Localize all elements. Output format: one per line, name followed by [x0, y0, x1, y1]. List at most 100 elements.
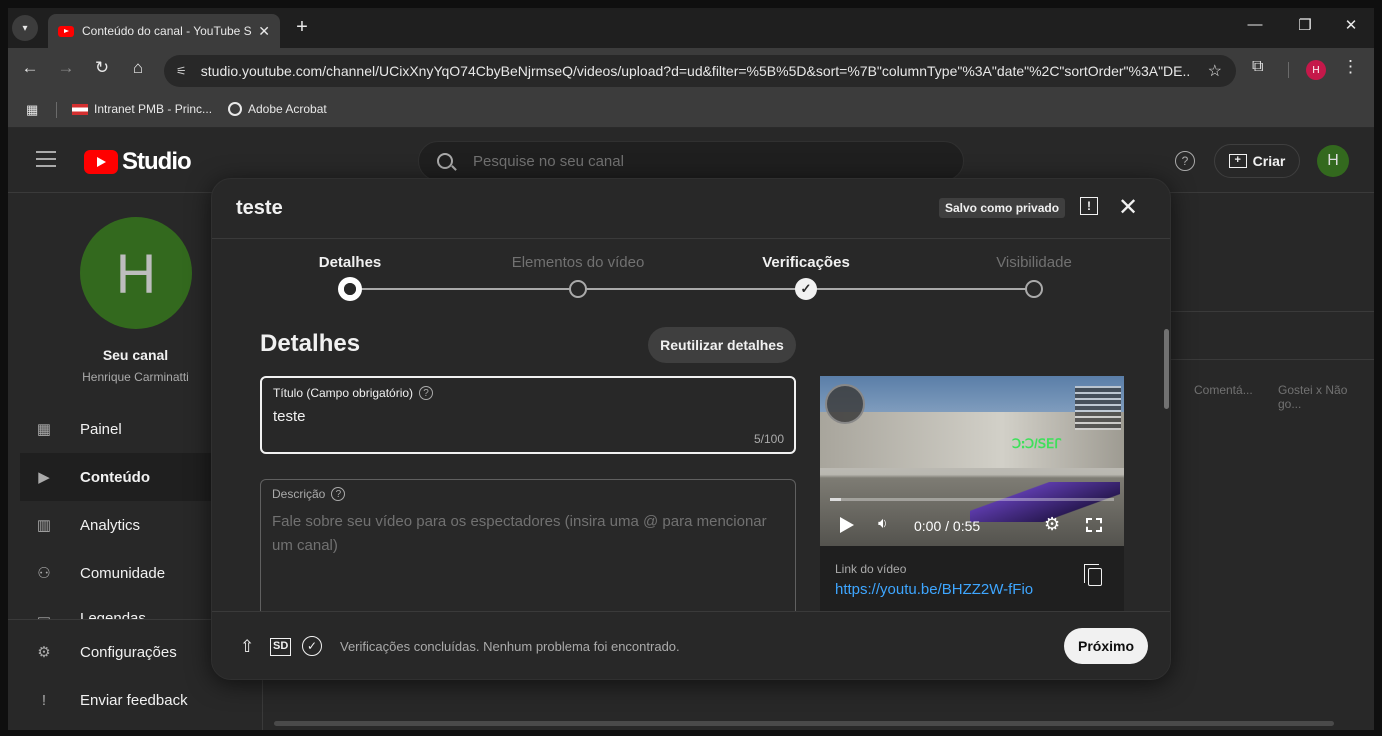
tab-search-icon[interactable]: ▾	[12, 15, 38, 41]
step-visibilidade-dot[interactable]	[1025, 280, 1043, 298]
browser-menu-icon[interactable]: ⋮	[1342, 57, 1359, 77]
title-label-text: Título (Campo obrigatório)	[273, 386, 414, 400]
section-title: Detalhes	[260, 330, 361, 357]
step-elementos-dot[interactable]	[569, 280, 587, 298]
community-icon: ⚇	[37, 565, 51, 582]
back-icon[interactable]: ←	[18, 58, 42, 78]
sidebar-item-label: Analytics	[80, 516, 141, 534]
tab-title: Conteúdo do canal - YouTube S	[82, 24, 252, 38]
title-char-count: 5/100	[753, 432, 784, 446]
step-detalhes-label[interactable]: Detalhes	[250, 254, 450, 271]
help-circle-icon[interactable]: ?	[331, 487, 346, 501]
play-icon[interactable]	[840, 517, 854, 533]
feedback-icon: !	[41, 691, 47, 709]
description-input[interactable]: Fale sobre seu vídeo para os espectadore…	[272, 510, 772, 558]
sidebar-item-label: Configurações	[80, 643, 177, 661]
youtube-logo-icon	[84, 150, 118, 174]
reload-icon[interactable]: ↻	[90, 58, 114, 78]
video-link-label: Link do vídeo	[835, 562, 907, 576]
help-icon[interactable]: ?	[1175, 151, 1195, 171]
report-feedback-icon[interactable]: !	[1080, 197, 1098, 215]
browser-profile-avatar[interactable]: H	[1306, 60, 1326, 80]
video-settings-icon[interactable]: ⚙	[1044, 514, 1060, 535]
hamburger-menu-icon[interactable]	[36, 151, 56, 167]
channel-search-input[interactable]: Pesquise no seu canal	[418, 141, 964, 181]
create-video-icon: +	[1228, 154, 1247, 168]
settings-icon: ⚙	[37, 644, 51, 661]
dialog-footer: ⇧ SD ✓ Verificações concluídas. Nenhum p…	[212, 611, 1170, 679]
sidebar-item-label: Enviar feedback	[80, 691, 188, 709]
bookmark-star-icon[interactable]: ☆	[1208, 61, 1222, 81]
step-elementos-label[interactable]: Elementos do vídeo	[478, 254, 678, 271]
step-visibilidade-label[interactable]: Visibilidade	[934, 254, 1134, 271]
upload-dialog: teste Salvo como privado ! ✕ Detalhes El…	[211, 178, 1171, 680]
description-label-text: Descrição	[272, 487, 326, 501]
help-circle-icon[interactable]: ?	[419, 386, 434, 400]
bookmark-adobe-acrobat[interactable]: Adobe Acrobat	[228, 102, 327, 116]
globe-icon	[228, 102, 242, 116]
bookmark-label: Intranet PMB - Princ...	[94, 102, 213, 116]
home-icon[interactable]: ⌂	[126, 58, 150, 78]
column-comments[interactable]: Comentá...	[1194, 383, 1253, 397]
tab-active[interactable]: Conteúdo do canal - YouTube S ✕	[48, 14, 280, 48]
new-tab-button[interactable]: +	[290, 16, 314, 39]
address-bar[interactable]: ⚟ studio.youtube.com/channel/UCixXnyYqO7…	[164, 55, 1236, 87]
volume-icon[interactable]: 🔉︎	[878, 515, 887, 532]
saved-status-badge: Salvo como privado	[939, 198, 1066, 218]
fullscreen-icon[interactable]	[1086, 518, 1102, 532]
studio-logo-text: Studio	[122, 148, 192, 175]
create-button[interactable]: + Criar	[1214, 144, 1300, 178]
dialog-body: Detalhes Reutilizar detalhes Título (Cam…	[212, 309, 1170, 611]
site-info-icon[interactable]: ⚟	[176, 64, 187, 78]
step-verificacoes-check-icon[interactable]: ✓	[795, 278, 817, 300]
title-field[interactable]: Título (Campo obrigatório) ? teste 5/100	[260, 376, 796, 454]
step-detalhes-dot[interactable]	[338, 277, 362, 301]
restore-button[interactable]: ❐	[1290, 16, 1320, 34]
stepper-line	[350, 288, 1034, 290]
reuse-details-button[interactable]: Reutilizar detalhes	[648, 327, 796, 363]
minimize-button[interactable]: —	[1240, 16, 1270, 33]
video-preview-card: ꓛꓽꓛ/ꓢꓰꓩ 🔉︎ 0:00 / 0:55 ⚙ Link do vídeo h…	[820, 376, 1124, 611]
title-input[interactable]: teste	[273, 408, 306, 425]
close-window-button[interactable]: ✕	[1336, 16, 1366, 34]
create-label: Criar	[1252, 153, 1286, 169]
video-time: 0:00 / 0:55	[914, 518, 981, 534]
video-progress-bar[interactable]	[830, 498, 1114, 501]
video-frame-graffiti: ꓛꓽꓛ/ꓢꓰꓩ	[1012, 436, 1061, 451]
game-hud-scoreboard	[1075, 386, 1121, 430]
bookmark-intranet[interactable]: Intranet PMB - Princ...	[72, 102, 212, 116]
video-progress-fill	[830, 498, 842, 501]
dialog-title: teste	[236, 197, 283, 219]
checks-complete-icon: ✓	[302, 636, 322, 656]
dialog-scrollbar[interactable]	[1164, 329, 1169, 409]
apps-grid-icon[interactable]: ▦	[26, 102, 38, 118]
channel-avatar[interactable]: H	[80, 217, 192, 329]
column-likes[interactable]: Gostei x Não go...	[1278, 383, 1374, 411]
url-text[interactable]: studio.youtube.com/channel/UCixXnyYqO74C…	[201, 63, 1191, 79]
next-button[interactable]: Próximo	[1064, 628, 1148, 664]
tab-close-icon[interactable]: ✕	[258, 23, 270, 40]
studio-logo[interactable]: Studio	[84, 148, 192, 176]
account-avatar[interactable]: H	[1317, 145, 1349, 177]
upload-stepper: Detalhes Elementos do vídeo Verificações…	[212, 239, 1170, 309]
sidebar-item-enviar-feedback[interactable]: ! Enviar feedback	[20, 676, 260, 724]
sidebar-item-label: Painel	[80, 420, 122, 438]
sd-quality-icon: SD	[270, 638, 292, 656]
search-placeholder: Pesquise no seu canal	[473, 152, 624, 170]
close-icon[interactable]: ✕	[1118, 193, 1138, 222]
browser-window: ▾ Conteúdo do canal - YouTube S ✕ + — ❐ …	[8, 8, 1374, 730]
sidebar-item-label: Conteúdo	[80, 468, 150, 486]
table-divider	[1168, 311, 1374, 312]
copy-icon[interactable]	[1084, 564, 1102, 586]
step-verificacoes-label[interactable]: Verificações	[706, 254, 906, 271]
video-link[interactable]: https://youtu.be/BHZZ2W-fFio	[835, 581, 1033, 598]
youtube-favicon-icon	[58, 25, 74, 37]
horizontal-scrollbar[interactable]	[274, 721, 1334, 726]
description-field[interactable]: Descrição ? Fale sobre seu vídeo para os…	[260, 479, 796, 611]
table-divider	[1168, 359, 1374, 360]
subtitles-icon: ▭	[34, 609, 54, 619]
video-player[interactable]: ꓛꓽꓛ/ꓢꓰꓩ 🔉︎ 0:00 / 0:55 ⚙	[820, 376, 1124, 546]
extensions-icon[interactable]: ⧉	[1252, 58, 1263, 76]
forward-icon[interactable]: →	[54, 58, 78, 78]
flag-icon	[72, 103, 88, 115]
